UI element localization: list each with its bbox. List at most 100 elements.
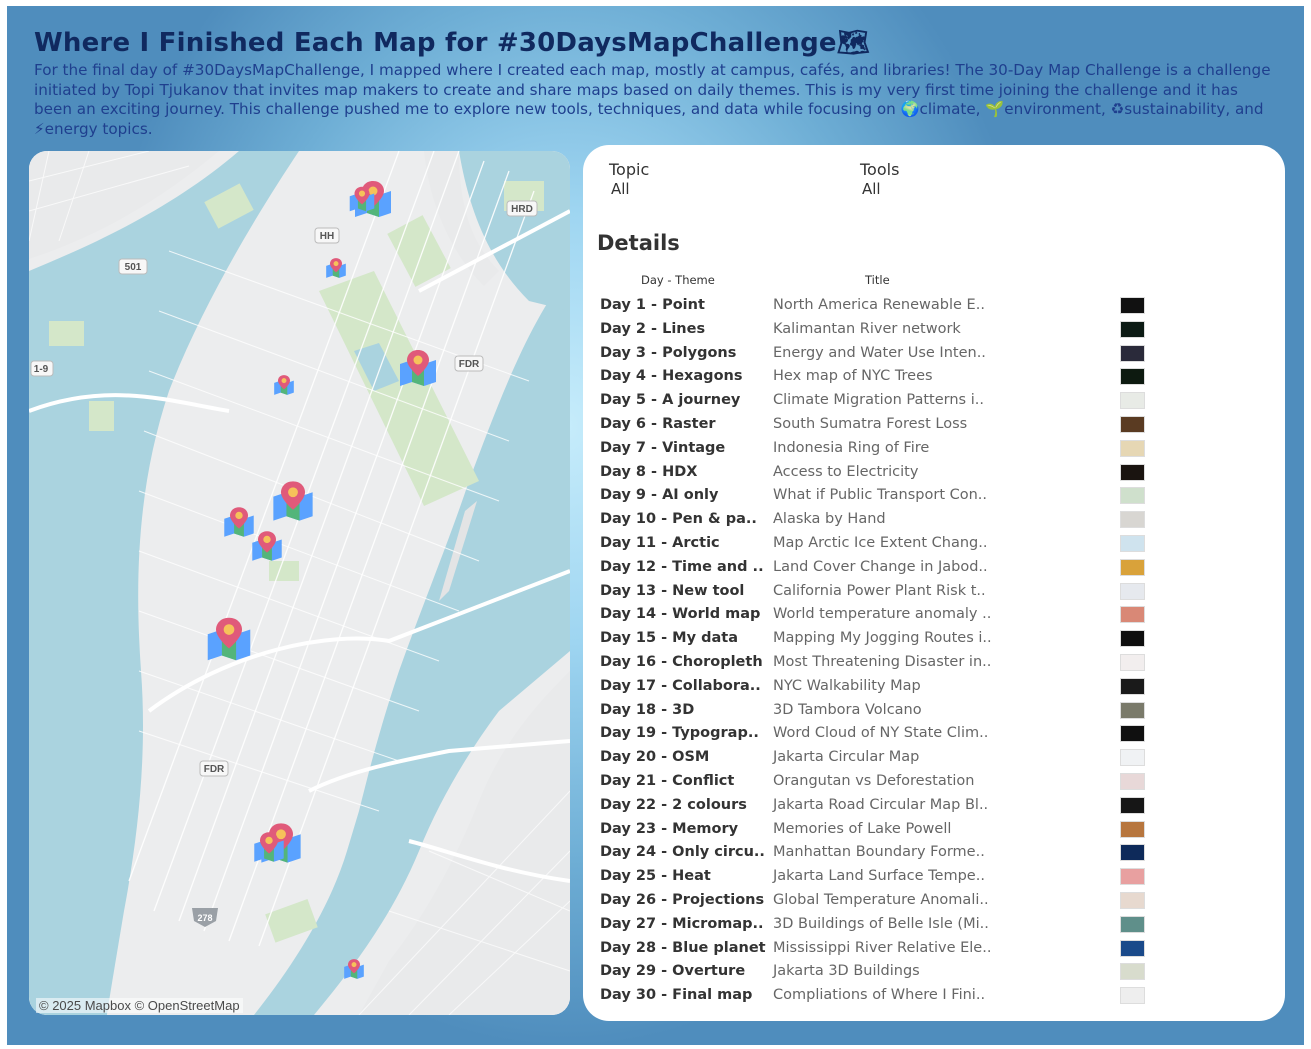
title-cell[interactable]: Alaska by Hand — [773, 511, 886, 527]
table-row[interactable]: Day 5 - A journey Climate Migration Patte… — [600, 389, 1160, 413]
map-thumbnail[interactable] — [1120, 320, 1145, 338]
title-cell[interactable]: Memories of Lake Powell — [773, 821, 951, 837]
map-thumbnail[interactable] — [1120, 534, 1145, 552]
map-thumbnail[interactable] — [1120, 463, 1145, 481]
map-thumbnail[interactable] — [1120, 725, 1145, 743]
table-row[interactable]: Day 30 - Final map Compliations of Where … — [600, 984, 1160, 1008]
map-thumbnail[interactable] — [1120, 796, 1145, 814]
title-cell[interactable]: California Power Plant Risk t.. — [773, 583, 986, 599]
title-cell[interactable]: Manhattan Boundary Forme.. — [773, 844, 985, 860]
title-cell[interactable]: 3D Buildings of Belle Isle (Mi.. — [773, 916, 989, 932]
table-row[interactable]: Day 13 - New tool California Power Plant … — [600, 580, 1160, 604]
map-thumbnail[interactable] — [1120, 701, 1145, 719]
title-cell[interactable]: Word Cloud of NY State Clim.. — [773, 725, 988, 741]
table-row[interactable]: Day 19 - Typograp.. Word Cloud of NY Stat… — [600, 722, 1160, 746]
title-cell[interactable]: Access to Electricity — [773, 464, 918, 480]
map-thumbnail[interactable] — [1120, 487, 1145, 505]
title-cell[interactable]: Global Temperature Anomali.. — [773, 892, 989, 908]
table-row[interactable]: Day 24 - Only circu.. Manhattan Boundary … — [600, 841, 1160, 865]
table-row[interactable]: Day 26 - Projections Global Temperature A… — [600, 889, 1160, 913]
map-thumbnail[interactable] — [1120, 511, 1145, 529]
map-thumbnail[interactable] — [1120, 558, 1145, 576]
day-theme-cell: Day 22 - 2 colours — [600, 796, 747, 813]
table-row[interactable]: Day 18 - 3D 3D Tambora Volcano — [600, 699, 1160, 723]
map-thumbnail[interactable] — [1120, 630, 1145, 648]
map-thumbnail[interactable] — [1120, 415, 1145, 433]
title-cell[interactable]: World temperature anomaly .. — [773, 606, 991, 622]
map-thumbnail[interactable] — [1120, 820, 1145, 838]
map-thumbnail[interactable] — [1120, 749, 1145, 767]
title-cell[interactable]: Mississippi River Relative Ele.. — [773, 940, 991, 956]
map-thumbnail[interactable] — [1120, 844, 1145, 862]
title-cell[interactable]: Indonesia Ring of Fire — [773, 440, 929, 456]
title-cell[interactable]: Jakarta 3D Buildings — [773, 963, 920, 979]
title-cell[interactable]: Jakarta Circular Map — [773, 749, 919, 765]
table-row[interactable]: Day 21 - Conflict Orangutan vs Deforestat… — [600, 770, 1160, 794]
map-thumbnail[interactable] — [1120, 582, 1145, 600]
map-thumbnail[interactable] — [1120, 392, 1145, 410]
title-cell[interactable]: Mapping My Jogging Routes i.. — [773, 630, 992, 646]
map-view[interactable]: HRD HH 501 1-9 FDR FDR 278 — [29, 151, 570, 1015]
title-cell[interactable]: Climate Migration Patterns i.. — [773, 392, 984, 408]
map-thumbnail[interactable] — [1120, 297, 1145, 314]
map-thumbnail[interactable] — [1120, 772, 1145, 790]
map-thumbnail[interactable] — [1120, 987, 1145, 1005]
day-theme-cell: Day 15 - My data — [600, 630, 738, 647]
map-attribution[interactable]: © 2025 Mapbox © OpenStreetMap — [36, 998, 243, 1013]
map-thumbnail[interactable] — [1120, 439, 1145, 457]
table-row[interactable]: Day 14 - World map World temperature anom… — [600, 603, 1160, 627]
column-header-title[interactable]: Title — [865, 273, 890, 287]
title-cell[interactable]: North America Renewable E.. — [773, 297, 985, 313]
map-thumbnail[interactable] — [1120, 606, 1145, 624]
column-header-day-theme[interactable]: Day - Theme — [641, 273, 715, 287]
table-row[interactable]: Day 1 - Point North America Renewable E.. — [600, 294, 1160, 318]
title-cell[interactable]: South Sumatra Forest Loss — [773, 416, 967, 432]
table-row[interactable]: Day 23 - Memory Memories of Lake Powell — [600, 818, 1160, 842]
table-row[interactable]: Day 16 - Choropleth Most Threatening Disa… — [600, 651, 1160, 675]
table-row[interactable]: Day 22 - 2 colours Jakarta Road Circular … — [600, 794, 1160, 818]
title-cell[interactable]: Orangutan vs Deforestation — [773, 773, 975, 789]
topic-filter[interactable]: Topic All — [609, 160, 649, 198]
map-thumbnail[interactable] — [1120, 915, 1145, 933]
table-row[interactable]: Day 20 - OSM Jakarta Circular Map — [600, 746, 1160, 770]
title-cell[interactable]: What if Public Transport Con.. — [773, 487, 987, 503]
table-row[interactable]: Day 6 - Raster South Sumatra Forest Loss — [600, 413, 1160, 437]
title-cell[interactable]: Hex map of NYC Trees — [773, 368, 933, 384]
map-thumbnail[interactable] — [1120, 939, 1145, 957]
table-row[interactable]: Day 28 - Blue planet Mississippi River Re… — [600, 937, 1160, 961]
title-cell[interactable]: Compliations of Where I Fini.. — [773, 987, 985, 1003]
title-cell[interactable]: Most Threatening Disaster in.. — [773, 654, 991, 670]
map-thumbnail[interactable] — [1120, 963, 1145, 981]
table-row[interactable]: Day 11 - Arctic Map Arctic Ice Extent Cha… — [600, 532, 1160, 556]
title-cell[interactable]: Jakarta Road Circular Map Bl.. — [773, 797, 988, 813]
table-row[interactable]: Day 27 - Micromap.. 3D Buildings of Belle… — [600, 913, 1160, 937]
title-cell[interactable]: Kalimantan River network — [773, 321, 961, 337]
table-row[interactable]: Day 10 - Pen & pa.. Alaska by Hand — [600, 508, 1160, 532]
tools-filter-value[interactable]: All — [860, 180, 899, 198]
table-row[interactable]: Day 29 - Overture Jakarta 3D Buildings — [600, 960, 1160, 984]
map-thumbnail[interactable] — [1120, 368, 1145, 386]
title-cell[interactable]: Jakarta Land Surface Tempe.. — [773, 868, 985, 884]
title-cell[interactable]: Energy and Water Use Inten.. — [773, 345, 986, 361]
title-cell[interactable]: NYC Walkability Map — [773, 678, 921, 694]
map-thumbnail[interactable] — [1120, 891, 1145, 909]
map-thumbnail[interactable] — [1120, 677, 1145, 695]
map-thumbnail[interactable] — [1120, 868, 1145, 886]
table-row[interactable]: Day 25 - Heat Jakarta Land Surface Tempe.… — [600, 865, 1160, 889]
table-row[interactable]: Day 15 - My data Mapping My Jogging Route… — [600, 627, 1160, 651]
title-cell[interactable]: Land Cover Change in Jabod.. — [773, 559, 988, 575]
title-cell[interactable]: Map Arctic Ice Extent Chang.. — [773, 535, 987, 551]
topic-filter-value[interactable]: All — [609, 180, 649, 198]
map-thumbnail[interactable] — [1120, 653, 1145, 671]
table-row[interactable]: Day 9 - AI only What if Public Transport … — [600, 484, 1160, 508]
title-cell[interactable]: 3D Tambora Volcano — [773, 702, 922, 718]
table-row[interactable]: Day 4 - Hexagons Hex map of NYC Trees — [600, 365, 1160, 389]
table-row[interactable]: Day 2 - Lines Kalimantan River network — [600, 318, 1160, 342]
tools-filter[interactable]: Tools All — [860, 160, 899, 198]
table-row[interactable]: Day 17 - Collabora.. NYC Walkability Map — [600, 675, 1160, 699]
table-row[interactable]: Day 12 - Time and .. Land Cover Change in… — [600, 556, 1160, 580]
table-row[interactable]: Day 7 - Vintage Indonesia Ring of Fire — [600, 437, 1160, 461]
table-row[interactable]: Day 3 - Polygons Energy and Water Use Int… — [600, 342, 1160, 366]
map-thumbnail[interactable] — [1120, 344, 1145, 362]
table-row[interactable]: Day 8 - HDX Access to Electricity — [600, 461, 1160, 485]
